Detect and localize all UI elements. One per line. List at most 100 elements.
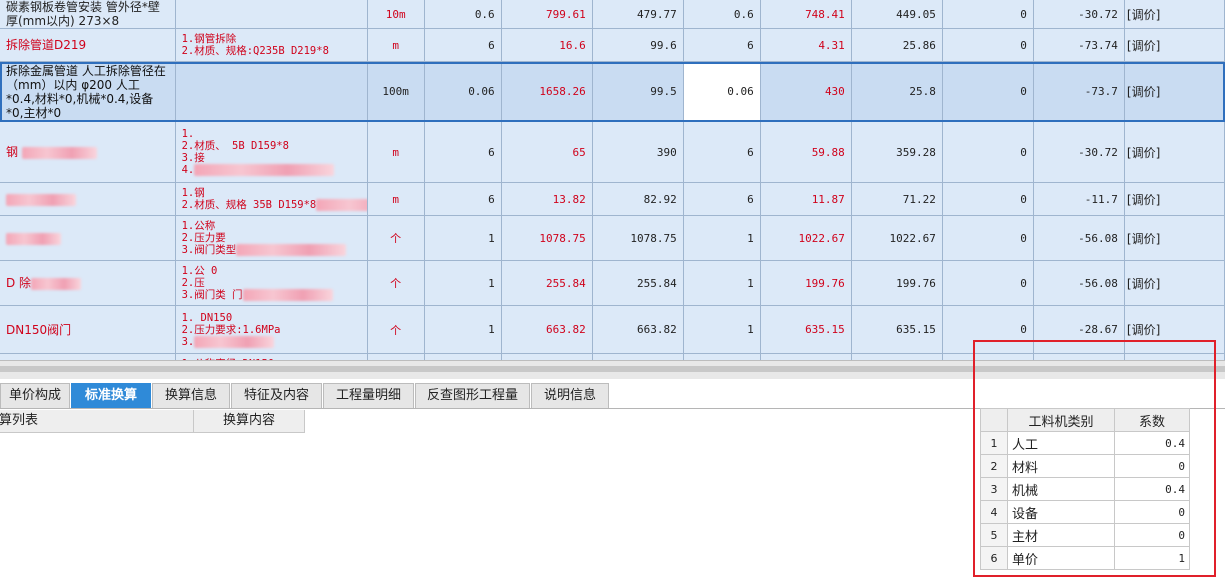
item-difference: -73.7	[1033, 61, 1125, 122]
item-adjusted-total: 25.8	[851, 61, 943, 122]
item-unit: 10m	[367, 0, 425, 29]
item-name	[0, 182, 176, 216]
item-quantity: 6	[424, 121, 502, 183]
item-name	[0, 215, 176, 261]
item-quantity: 6	[424, 28, 502, 62]
item-adjusted-total: 199.76	[851, 260, 943, 306]
item-adjusted-price: 59.88	[760, 121, 852, 183]
tab-description-info[interactable]: 说明信息	[531, 383, 609, 408]
grid-row[interactable]: 1.公称 2.压力要 3.阀门类型个 1 1078.75 1078.75 1 1022.6…	[0, 215, 1225, 261]
item-adjusted-price: 11.87	[760, 182, 852, 216]
item-features: 1.公 0 2.压 3.阀门类 门	[175, 260, 368, 306]
item-total: 255.84	[592, 260, 684, 306]
item-quantity: 0.6	[424, 0, 502, 29]
adjust-price-link[interactable]: [调价]	[1124, 0, 1225, 29]
item-unit-price: 65	[501, 121, 593, 183]
item-zero: 0	[942, 260, 1034, 306]
item-total: 390	[592, 121, 684, 183]
grid-row[interactable]: 拆除金属管道 人工拆除管径在（mm）以内 φ200 人工*0.4,材料*0,机械…	[0, 61, 1225, 122]
grid-row[interactable]: 钢 1. 2.材质、 5B D159*8 3.接 4. m 6 65 390 6 59.88 3…	[0, 121, 1225, 183]
item-adjusted-total: 71.22	[851, 182, 943, 216]
item-adjusted-quantity[interactable]: 6	[683, 182, 761, 216]
item-name: 碳素钢板卷管安装 管外径*壁厚(mm以内) 273×8	[0, 0, 176, 29]
item-adjusted-price: 430	[760, 61, 852, 122]
item-adjusted-quantity[interactable]: 0.06	[683, 61, 761, 122]
bill-items-grid[interactable]: 碳素钢板卷管安装 管外径*壁厚(mm以内) 273×8 10m 0.6 799.61 4…	[0, 0, 1225, 360]
item-quantity: 0.06	[424, 61, 502, 122]
item-total: 82.92	[592, 182, 684, 216]
adjust-price-link[interactable]: [调价]	[1124, 182, 1225, 216]
item-unit-price: 13.82	[501, 182, 593, 216]
adjust-price-link[interactable]: [调价]	[1124, 28, 1225, 62]
item-difference: -56.08	[1033, 215, 1125, 261]
item-unit: 100m	[367, 61, 425, 122]
item-name: 拆除管道D219	[0, 28, 176, 62]
item-adjusted-total: 449.05	[851, 0, 943, 29]
item-unit-price: 1658.26	[501, 61, 593, 122]
redaction-mark	[242, 289, 333, 301]
item-difference: -11.7	[1033, 182, 1125, 216]
redaction-mark	[194, 164, 335, 176]
item-zero: 0	[942, 182, 1034, 216]
redaction-mark	[316, 199, 367, 211]
redaction-mark	[6, 193, 76, 206]
item-adjusted-quantity[interactable]: 0.6	[683, 0, 761, 29]
item-adjusted-quantity[interactable]: 1	[683, 305, 761, 354]
conversion-list-column: 换算列表	[0, 410, 194, 432]
item-total: 99.6	[592, 28, 684, 62]
item-quantity: 6	[424, 182, 502, 216]
item-unit-price: 255.84	[501, 260, 593, 306]
item-unit: 个	[367, 260, 425, 306]
highlight-annotation-box	[973, 340, 1216, 577]
item-difference: -30.72	[1033, 0, 1125, 29]
adjust-price-link[interactable]: [调价]	[1124, 260, 1225, 306]
item-features: 1.公称 2.压力要 3.阀门类型	[175, 215, 368, 261]
item-adjusted-price: 748.41	[760, 0, 852, 29]
tab-reverse-graphic-quantity[interactable]: 反查图形工程量	[415, 383, 530, 408]
redaction-mark	[194, 335, 275, 348]
grid-row[interactable]: 1.钢 2.材质、规格 35B D159*8 m 6 13.82 82.92 6 11.87…	[0, 182, 1225, 216]
item-adjusted-quantity[interactable]: 6	[683, 28, 761, 62]
item-zero: 0	[942, 28, 1034, 62]
item-name: DN150阀门	[0, 305, 176, 354]
item-adjusted-total: 25.86	[851, 28, 943, 62]
item-adjusted-quantity[interactable]: 6	[683, 121, 761, 183]
item-quantity: 1	[424, 305, 502, 354]
grid-row[interactable]: 拆除管道D219 1.钢管拆除 2.材质、规格:Q235B D219*8 m 6 16.…	[0, 28, 1225, 62]
redaction-mark	[31, 277, 82, 290]
grid-row[interactable]: 碳素钢板卷管安装 管外径*壁厚(mm以内) 273×8 10m 0.6 799.61 4…	[0, 0, 1225, 29]
item-unit-price: 1078.75	[501, 215, 593, 261]
item-adjusted-quantity[interactable]: 1	[683, 215, 761, 261]
item-features: 1. DN150 2.压力要求:1.6MPa 3.	[175, 305, 368, 354]
item-difference: -30.72	[1033, 121, 1125, 183]
item-adjusted-total: 635.15	[851, 305, 943, 354]
item-unit: m	[367, 28, 425, 62]
redaction-mark	[22, 146, 98, 159]
item-quantity: 1	[424, 260, 502, 306]
tab-features-content[interactable]: 特征及内容	[231, 383, 322, 408]
tab-unit-price-composition[interactable]: 单价构成	[0, 383, 70, 408]
item-unit: m	[367, 182, 425, 216]
item-unit: 个	[367, 305, 425, 354]
item-adjusted-price: 199.76	[760, 260, 852, 306]
item-adjusted-total: 359.28	[851, 121, 943, 183]
adjust-price-link[interactable]: [调价]	[1124, 215, 1225, 261]
adjust-price-link[interactable]: [调价]	[1124, 61, 1225, 122]
item-zero: 0	[942, 0, 1034, 29]
adjust-price-link[interactable]: [调价]	[1124, 121, 1225, 183]
redaction-mark	[236, 244, 347, 256]
tab-conversion-info[interactable]: 换算信息	[152, 383, 230, 408]
item-name: 拆除金属管道 人工拆除管径在（mm）以内 φ200 人工*0.4,材料*0,机械…	[0, 61, 176, 122]
tab-standard-conversion[interactable]: 标准换算	[71, 383, 151, 408]
item-unit: 个	[367, 215, 425, 261]
item-adjusted-quantity[interactable]: 1	[683, 260, 761, 306]
item-total: 479.77	[592, 0, 684, 29]
item-adjusted-price: 1022.67	[760, 215, 852, 261]
grid-row[interactable]: D 除 1.公 0 2.压 3.阀门类 门个 1 255.84 255.84 1 199.7…	[0, 260, 1225, 306]
item-unit-price: 799.61	[501, 0, 593, 29]
item-difference: -73.74	[1033, 28, 1125, 62]
tab-quantity-details[interactable]: 工程量明细	[323, 383, 414, 408]
item-total: 99.5	[592, 61, 684, 122]
item-name: D 除	[0, 260, 176, 306]
item-adjusted-price: 4.31	[760, 28, 852, 62]
